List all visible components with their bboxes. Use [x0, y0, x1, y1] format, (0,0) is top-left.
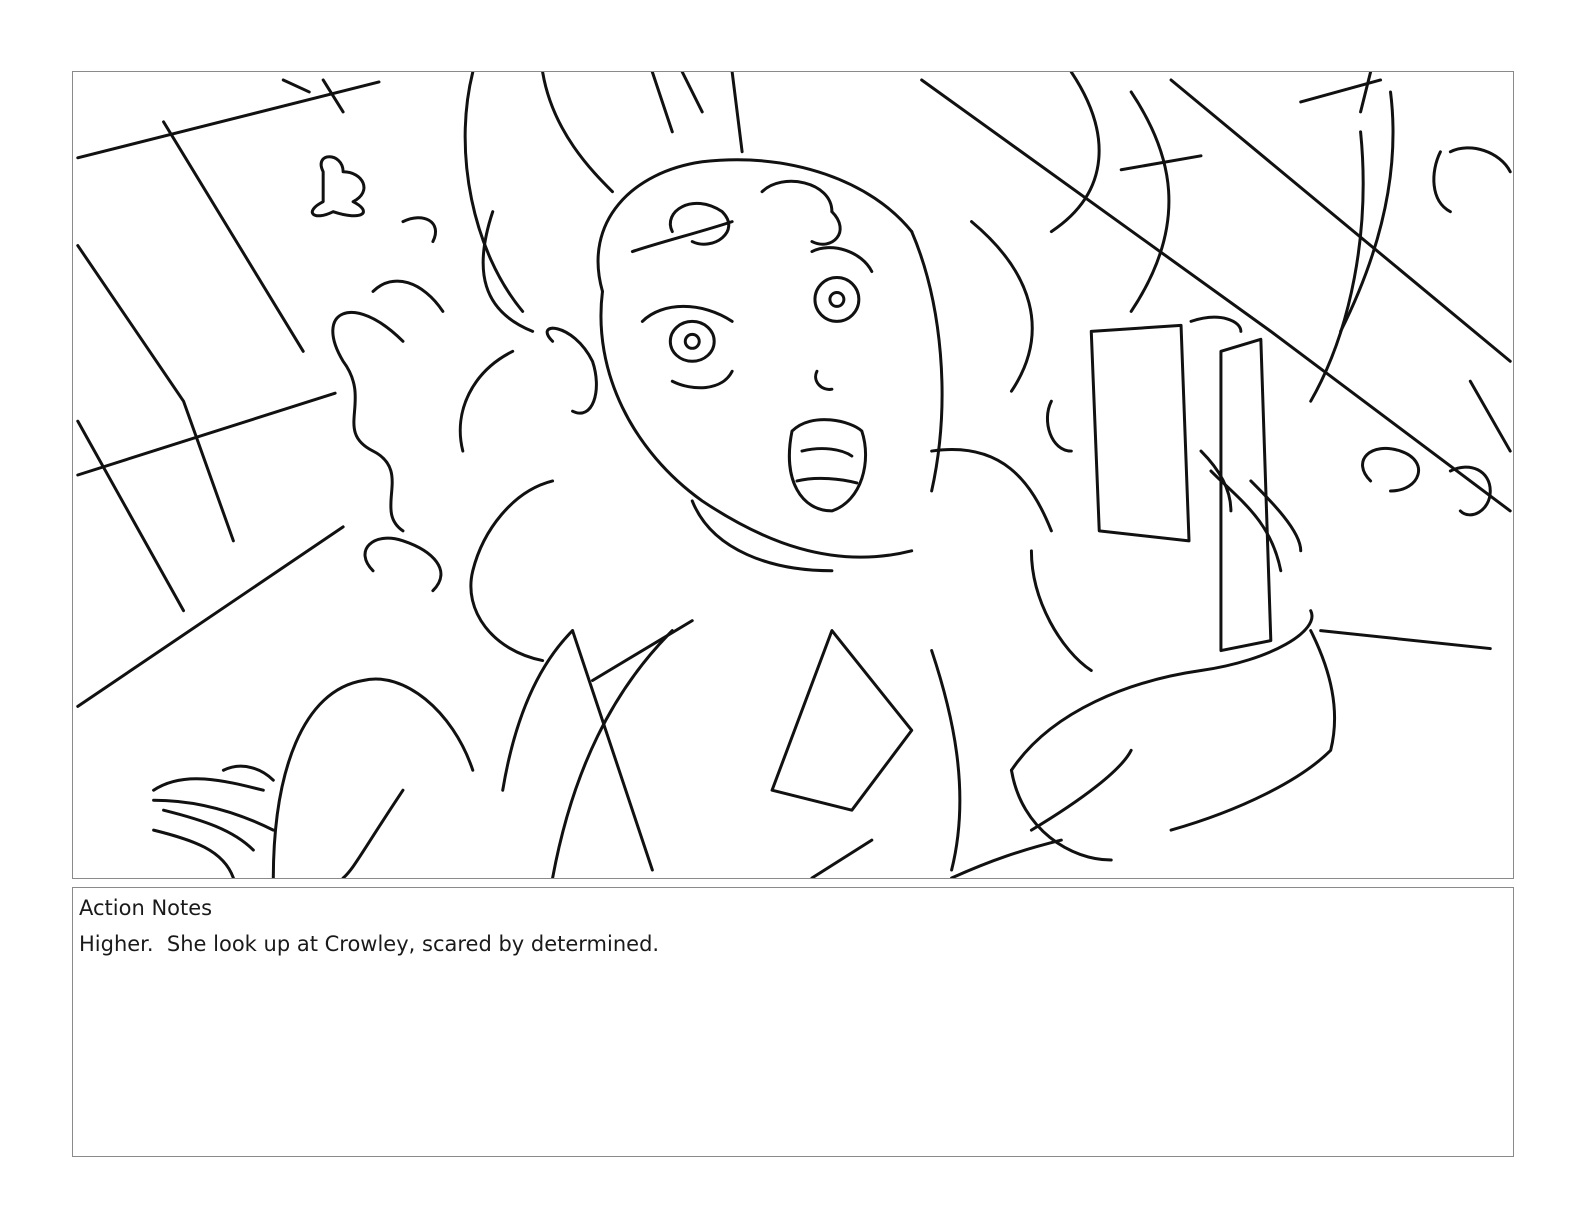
storyboard-panel: [72, 71, 1514, 879]
action-notes-box: Action Notes Higher. She look up at Crow…: [72, 887, 1514, 1157]
storyboard-sketch: [76, 72, 1512, 878]
action-notes-heading: Action Notes: [79, 896, 213, 920]
action-notes-text: Higher. She look up at Crowley, scared b…: [79, 932, 660, 956]
